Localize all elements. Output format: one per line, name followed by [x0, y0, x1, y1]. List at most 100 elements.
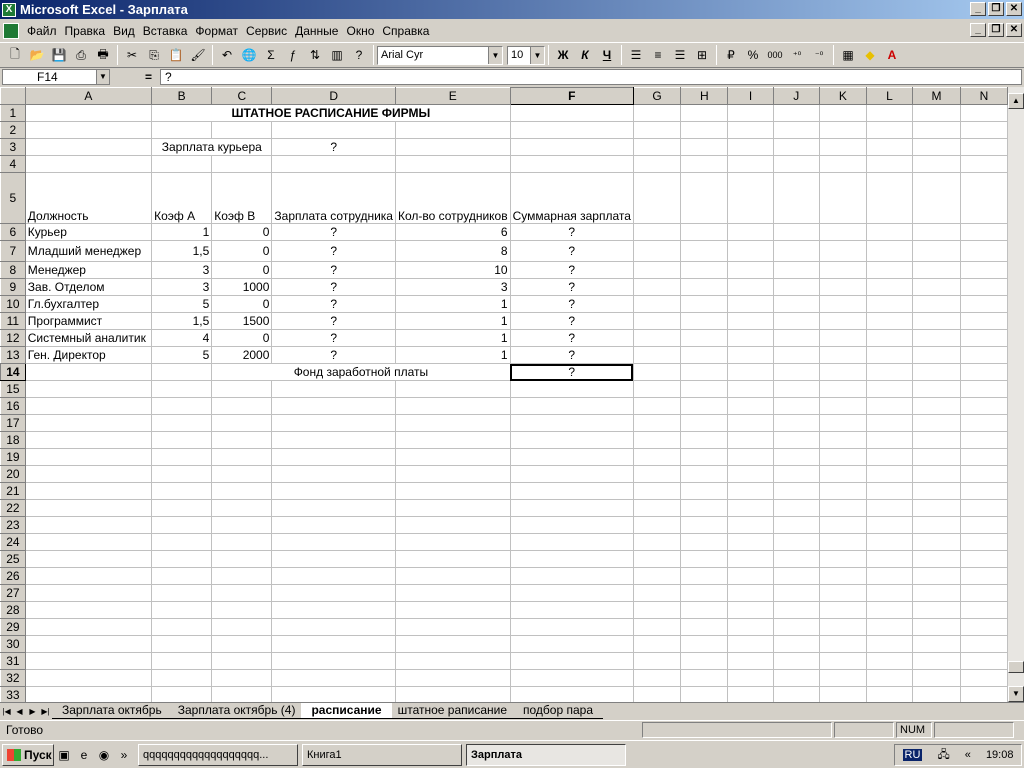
copy-icon[interactable]: ⎘: [143, 44, 165, 66]
percent-button[interactable]: %: [742, 44, 764, 66]
spreadsheet-grid[interactable]: ABCDEFGHIJKLMN 1 ШТАТНОЕ РАСПИСАНИЕ ФИРМЫ…: [0, 87, 1008, 702]
cell-k2[interactable]: [818, 121, 867, 139]
cell-g2[interactable]: [632, 121, 682, 139]
cell-n15[interactable]: [959, 380, 1008, 398]
start-button[interactable]: Пуск: [2, 743, 54, 766]
cell-e10[interactable]: 1: [394, 295, 511, 313]
cell-l5[interactable]: [865, 172, 914, 224]
column-header[interactable]: B: [151, 87, 213, 105]
cell-c27[interactable]: [211, 584, 273, 602]
minimize-button[interactable]: _: [970, 2, 986, 16]
cell-m23[interactable]: [912, 516, 961, 534]
save-icon[interactable]: 💾: [48, 44, 70, 66]
cell-c24[interactable]: [211, 533, 273, 551]
cell-i30[interactable]: [727, 635, 774, 653]
cell-c31[interactable]: [211, 652, 273, 670]
cell-k17[interactable]: [818, 414, 867, 432]
cell-f27[interactable]: [509, 584, 634, 602]
cell-b9[interactable]: 3: [151, 278, 213, 296]
cell-j15[interactable]: [772, 380, 820, 398]
cell-e17[interactable]: [394, 414, 511, 432]
cell-e32[interactable]: [394, 669, 511, 687]
row-header[interactable]: 9: [0, 278, 26, 296]
cell-k14[interactable]: [818, 363, 867, 381]
cell-d2[interactable]: [271, 121, 396, 139]
cell-j33[interactable]: [772, 686, 820, 702]
cell-m9[interactable]: [912, 278, 961, 296]
cell-d7[interactable]: ?: [271, 240, 396, 262]
cell-l25[interactable]: [865, 550, 914, 568]
menu-file[interactable]: Файл: [23, 24, 61, 38]
cell-k16[interactable]: [818, 397, 867, 415]
cell-a32[interactable]: [24, 669, 153, 687]
new-icon[interactable]: 🗋: [4, 44, 26, 66]
cell-f19[interactable]: [509, 448, 634, 466]
row-header[interactable]: 32: [0, 669, 26, 687]
cut-icon[interactable]: ✂: [121, 44, 143, 66]
cell-b28[interactable]: [151, 601, 213, 619]
cell-k29[interactable]: [818, 618, 867, 636]
doc-close-button[interactable]: ✕: [1006, 23, 1022, 37]
cell-d30[interactable]: [271, 635, 396, 653]
cell-k8[interactable]: [818, 261, 867, 279]
cell-d29[interactable]: [271, 618, 396, 636]
cell-i23[interactable]: [727, 516, 774, 534]
cell-k5[interactable]: [818, 172, 867, 224]
cell-i32[interactable]: [727, 669, 774, 687]
cell-n17[interactable]: [959, 414, 1008, 432]
cell-m1[interactable]: [912, 104, 961, 122]
doc-restore-button[interactable]: ❐: [988, 23, 1004, 37]
cell-m18[interactable]: [912, 431, 961, 449]
cell-g18[interactable]: [632, 431, 682, 449]
cell-m26[interactable]: [912, 567, 961, 585]
row-header[interactable]: 25: [0, 550, 26, 568]
cell-m30[interactable]: [912, 635, 961, 653]
cell-k19[interactable]: [818, 448, 867, 466]
align-left-icon[interactable]: ☰: [625, 44, 647, 66]
cell-i4[interactable]: [727, 155, 774, 173]
cell-e24[interactable]: [394, 533, 511, 551]
cell-h17[interactable]: [680, 414, 729, 432]
cell-l26[interactable]: [865, 567, 914, 585]
row-header[interactable]: 31: [0, 652, 26, 670]
fill-color-icon[interactable]: ◆: [859, 44, 881, 66]
cell-m32[interactable]: [912, 669, 961, 687]
cell-h1[interactable]: [680, 104, 729, 122]
cell-e3[interactable]: [394, 138, 511, 156]
cell-a19[interactable]: [24, 448, 153, 466]
cell-k1[interactable]: [818, 104, 867, 122]
cell-c33[interactable]: [211, 686, 273, 702]
cell-n16[interactable]: [959, 397, 1008, 415]
cell-j20[interactable]: [772, 465, 820, 483]
cell-e9[interactable]: 3: [394, 278, 511, 296]
cell-e29[interactable]: [394, 618, 511, 636]
cell-j23[interactable]: [772, 516, 820, 534]
sheet-tab[interactable]: подбор пара: [513, 703, 603, 719]
cell-j6[interactable]: [772, 223, 820, 241]
cell-c30[interactable]: [211, 635, 273, 653]
cell-l10[interactable]: [865, 295, 914, 313]
cell-a20[interactable]: [24, 465, 153, 483]
cell-c32[interactable]: [211, 669, 273, 687]
cell-n4[interactable]: [959, 155, 1008, 173]
cell-h22[interactable]: [680, 499, 729, 517]
cell-d15[interactable]: [271, 380, 396, 398]
cell-a18[interactable]: [24, 431, 153, 449]
cell-g28[interactable]: [632, 601, 682, 619]
cell-j18[interactable]: [772, 431, 820, 449]
cell-d31[interactable]: [271, 652, 396, 670]
cell-g3[interactable]: [632, 138, 682, 156]
row-header[interactable]: 11: [0, 312, 26, 330]
cell-j14[interactable]: [772, 363, 820, 381]
cell-k9[interactable]: [818, 278, 867, 296]
cell-a3[interactable]: [24, 138, 153, 156]
cell-m8[interactable]: [912, 261, 961, 279]
cell-j8[interactable]: [772, 261, 820, 279]
cell-c26[interactable]: [211, 567, 273, 585]
row-header[interactable]: 7: [0, 240, 26, 262]
cell-j32[interactable]: [772, 669, 820, 687]
cell-n14[interactable]: [959, 363, 1008, 381]
task-book1[interactable]: Книга1: [302, 743, 462, 766]
cell-k23[interactable]: [818, 516, 867, 534]
cell-c17[interactable]: [211, 414, 273, 432]
